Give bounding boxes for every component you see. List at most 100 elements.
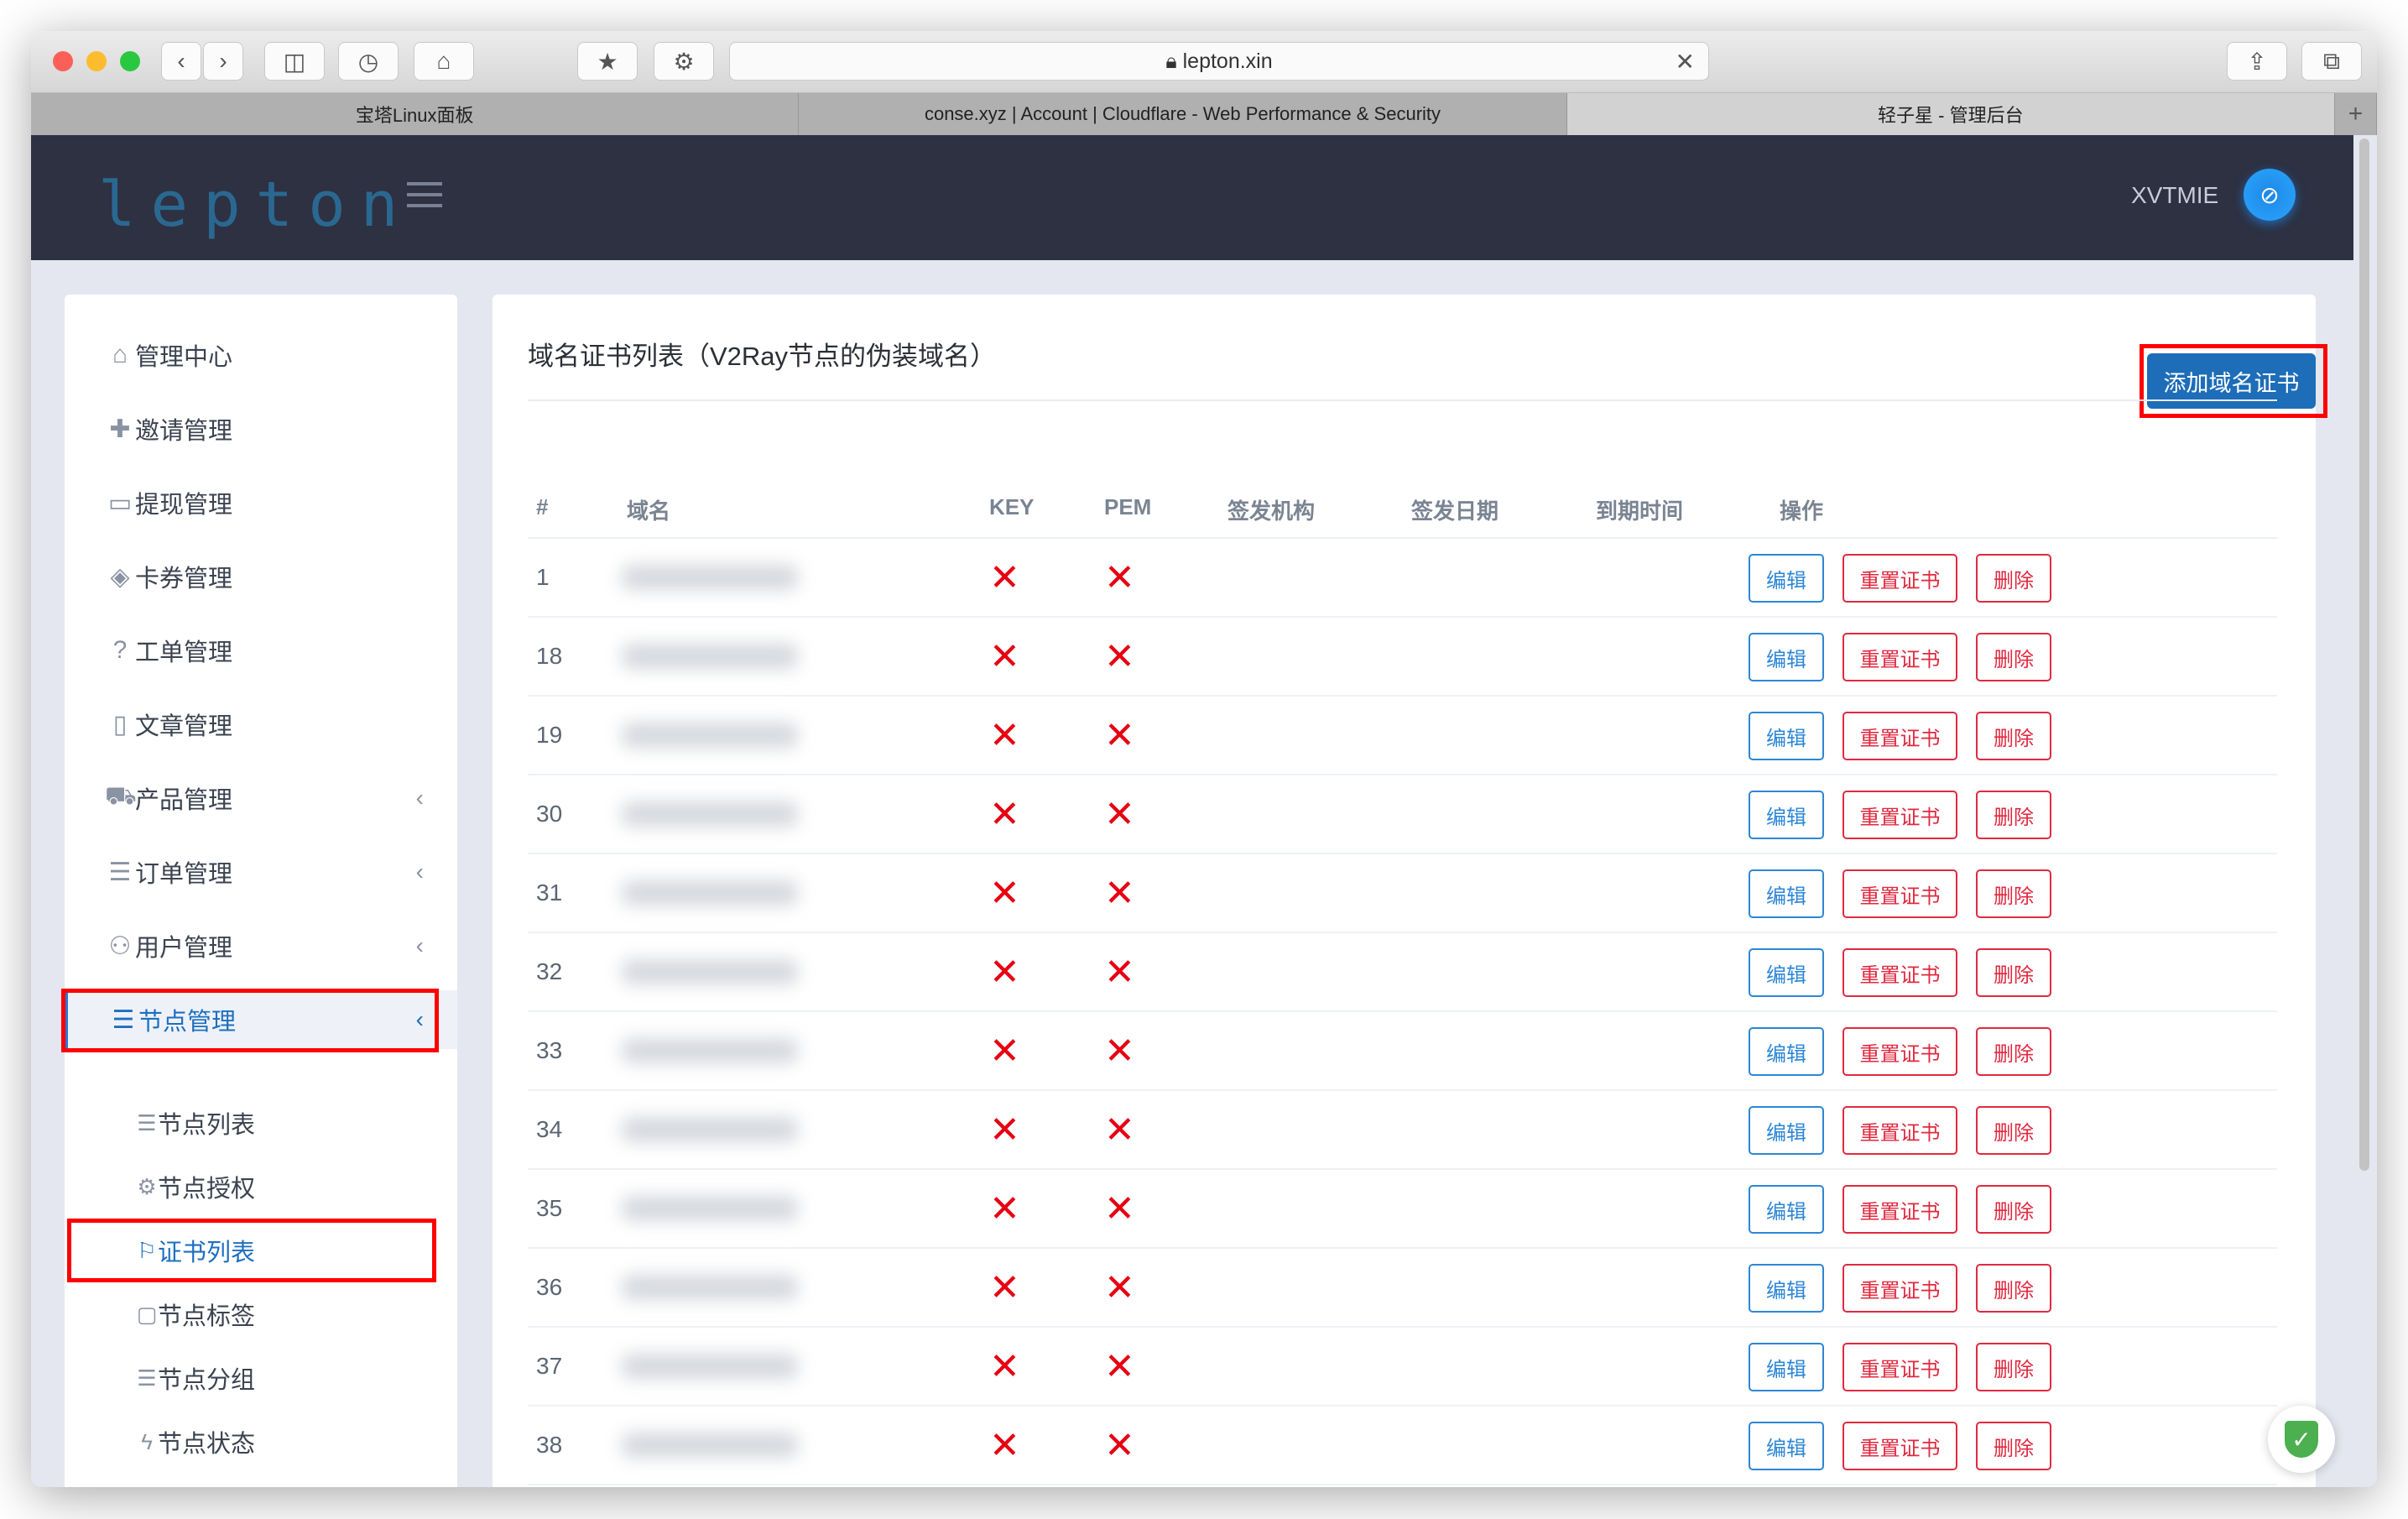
bookmark-star-icon[interactable]: ★ <box>577 42 638 81</box>
sidebar-item-0[interactable]: ⌂ 管理中心 <box>65 326 457 384</box>
delete-button[interactable]: 删除 <box>1976 554 2051 603</box>
history-icon[interactable]: ◷ <box>338 42 399 81</box>
credit-card-icon: ▭ <box>107 488 133 517</box>
sidebar-subitem-3[interactable]: ▢ 节点标签 <box>65 1285 457 1344</box>
domain-cell <box>622 618 798 695</box>
security-shield-badge[interactable]: ✓ <box>2268 1406 2335 1473</box>
minimize-window-button[interactable] <box>86 51 107 71</box>
sidebar-subitem-0[interactable]: ☰ 节点列表 <box>65 1094 457 1152</box>
edit-button[interactable]: 编辑 <box>1749 791 1824 839</box>
users-icon: ⚇ <box>108 932 132 960</box>
tab-baota[interactable]: 宝塔Linux面板 <box>31 93 800 135</box>
reset-cert-button[interactable]: 重置证书 <box>1842 948 1957 997</box>
delete-button[interactable]: 删除 <box>1976 633 2051 681</box>
reset-cert-button[interactable]: 重置证书 <box>1842 869 1957 918</box>
reset-cert-button[interactable]: 重置证书 <box>1842 633 1957 681</box>
edit-button[interactable]: 编辑 <box>1749 1343 1824 1391</box>
forward-icon[interactable]: › <box>203 42 243 81</box>
divider <box>528 399 2277 401</box>
pem-missing-icon: ✕ <box>1104 1485 1135 1487</box>
home-icon[interactable]: ⌂ <box>414 42 474 81</box>
delete-button[interactable]: 删除 <box>1976 869 2051 918</box>
edit-button[interactable]: 编辑 <box>1749 869 1824 918</box>
sidebar-item-6[interactable]: ⛟ 产品管理 ‹ <box>65 769 457 827</box>
edit-button[interactable]: 编辑 <box>1749 1027 1824 1076</box>
sidebar-item-3[interactable]: ◈ 卡券管理 <box>65 547 457 606</box>
domain-cell <box>622 697 798 774</box>
sidebar-subitem-5[interactable]: ϟ 节点状态 <box>65 1412 457 1471</box>
row-id: 19 <box>536 722 563 748</box>
delete-button[interactable]: 删除 <box>1976 1027 2051 1076</box>
share-icon[interactable]: ⇪ <box>2227 42 2287 81</box>
edit-button[interactable]: 编辑 <box>1749 1264 1824 1313</box>
table-row: 18 ✕ ✕ 编辑 重置证书 删除 <box>528 618 2277 697</box>
blurred-domain <box>622 1354 798 1379</box>
reset-cert-button[interactable]: 重置证书 <box>1842 1343 1957 1391</box>
back-icon[interactable]: ‹ <box>161 42 201 81</box>
edit-button[interactable]: 编辑 <box>1749 1422 1824 1470</box>
edit-button[interactable]: 编辑 <box>1749 554 1824 603</box>
delete-button[interactable]: 删除 <box>1976 791 2051 839</box>
delete-button[interactable]: 删除 <box>1976 1185 2051 1234</box>
close-icon[interactable]: ✕ <box>1676 48 1695 76</box>
domain-cell <box>622 1407 798 1484</box>
tab-admin[interactable]: 轻子星 - 管理后台 <box>1566 93 2335 135</box>
reset-cert-button[interactable]: 重置证书 <box>1842 791 1957 839</box>
avatar[interactable]: ⊘ <box>2244 169 2296 221</box>
username[interactable]: XVTMIE <box>2131 182 2218 209</box>
sidebar-subitem-4[interactable]: ☰ 节点分组 <box>65 1349 457 1407</box>
zoom-window-button[interactable] <box>120 51 140 71</box>
settings-gear-icon[interactable]: ⚙ <box>654 42 714 81</box>
sidebar-item-label: 用户管理 <box>135 935 233 962</box>
edit-button[interactable]: 编辑 <box>1749 1185 1824 1234</box>
edit-button[interactable]: 编辑 <box>1749 633 1824 681</box>
table-row: 39v.ith.lepton.xin✕✕编辑重置证书删除 <box>528 1485 2277 1487</box>
sidebar-item-2[interactable]: ▭ 提现管理 <box>65 473 457 532</box>
delete-button[interactable]: 删除 <box>1976 1106 2051 1155</box>
reset-cert-button[interactable]: 重置证书 <box>1842 1027 1957 1076</box>
delete-button[interactable]: 删除 <box>1976 1264 2051 1313</box>
lock-icon: 🔒︎ <box>1165 49 1183 73</box>
pem-missing-icon: ✕ <box>1104 872 1135 914</box>
pem-missing-icon: ✕ <box>1104 1030 1135 1072</box>
reset-cert-button[interactable]: 重置证书 <box>1842 712 1957 760</box>
sidebar-toggle-icon[interactable]: ◫ <box>264 42 325 81</box>
key-missing-icon: ✕ <box>989 951 1020 993</box>
sidebar-item-1[interactable]: ✚ 邀请管理 <box>65 399 457 458</box>
delete-button[interactable]: 删除 <box>1976 948 2051 997</box>
sidebar-item-4[interactable]: ? 工单管理 <box>65 621 457 680</box>
logo[interactable]: lepton <box>98 169 413 241</box>
reset-cert-button[interactable]: 重置证书 <box>1842 1264 1957 1313</box>
tab-cloudflare[interactable]: conse.xyz | Account | Cloudflare - Web P… <box>799 93 1567 135</box>
blurred-domain <box>622 959 798 984</box>
sidebar-item-8[interactable]: ⚇ 用户管理 ‹ <box>65 916 457 975</box>
pem-missing-icon: ✕ <box>1104 1345 1135 1387</box>
domain-cell <box>622 775 798 853</box>
reset-cert-button[interactable]: 重置证书 <box>1842 1185 1957 1234</box>
edit-button[interactable]: 编辑 <box>1749 1106 1824 1155</box>
address-bar[interactable]: 🔒︎ lepton.xin ✕ <box>729 42 1709 81</box>
delete-button[interactable]: 删除 <box>1976 712 2051 760</box>
tabs-overview-icon[interactable]: ⧉ <box>2301 42 2362 81</box>
hamburger-menu-icon[interactable] <box>407 182 442 207</box>
sidebar-subitem-1[interactable]: ⚙ 节点授权 <box>65 1157 457 1216</box>
table-row: 36 ✕ ✕ 编辑 重置证书 删除 <box>528 1249 2277 1328</box>
key-missing-icon: ✕ <box>989 1188 1020 1229</box>
new-tab-button[interactable]: + <box>2334 93 2377 135</box>
delete-button[interactable]: 删除 <box>1976 1422 2051 1470</box>
sidebar-item-7[interactable]: ☰ 订单管理 ‹ <box>65 843 457 901</box>
key-missing-icon: ✕ <box>989 1424 1020 1466</box>
close-window-button[interactable] <box>53 51 73 71</box>
delete-button[interactable]: 删除 <box>1976 1343 2051 1391</box>
key-missing-icon: ✕ <box>989 1109 1020 1151</box>
edit-button[interactable]: 编辑 <box>1749 712 1824 760</box>
reset-cert-button[interactable]: 重置证书 <box>1842 1422 1957 1470</box>
blurred-domain <box>622 565 798 590</box>
sidebar-item-5[interactable]: ▯ 文章管理 <box>65 695 457 754</box>
reset-cert-button[interactable]: 重置证书 <box>1842 1106 1957 1155</box>
cart-icon: ⛟ <box>105 782 137 810</box>
edit-button[interactable]: 编辑 <box>1749 948 1824 997</box>
reset-cert-button[interactable]: 重置证书 <box>1842 554 1957 603</box>
scrollbar[interactable] <box>2357 138 2372 1171</box>
column-header: 操作 <box>1780 499 1824 524</box>
